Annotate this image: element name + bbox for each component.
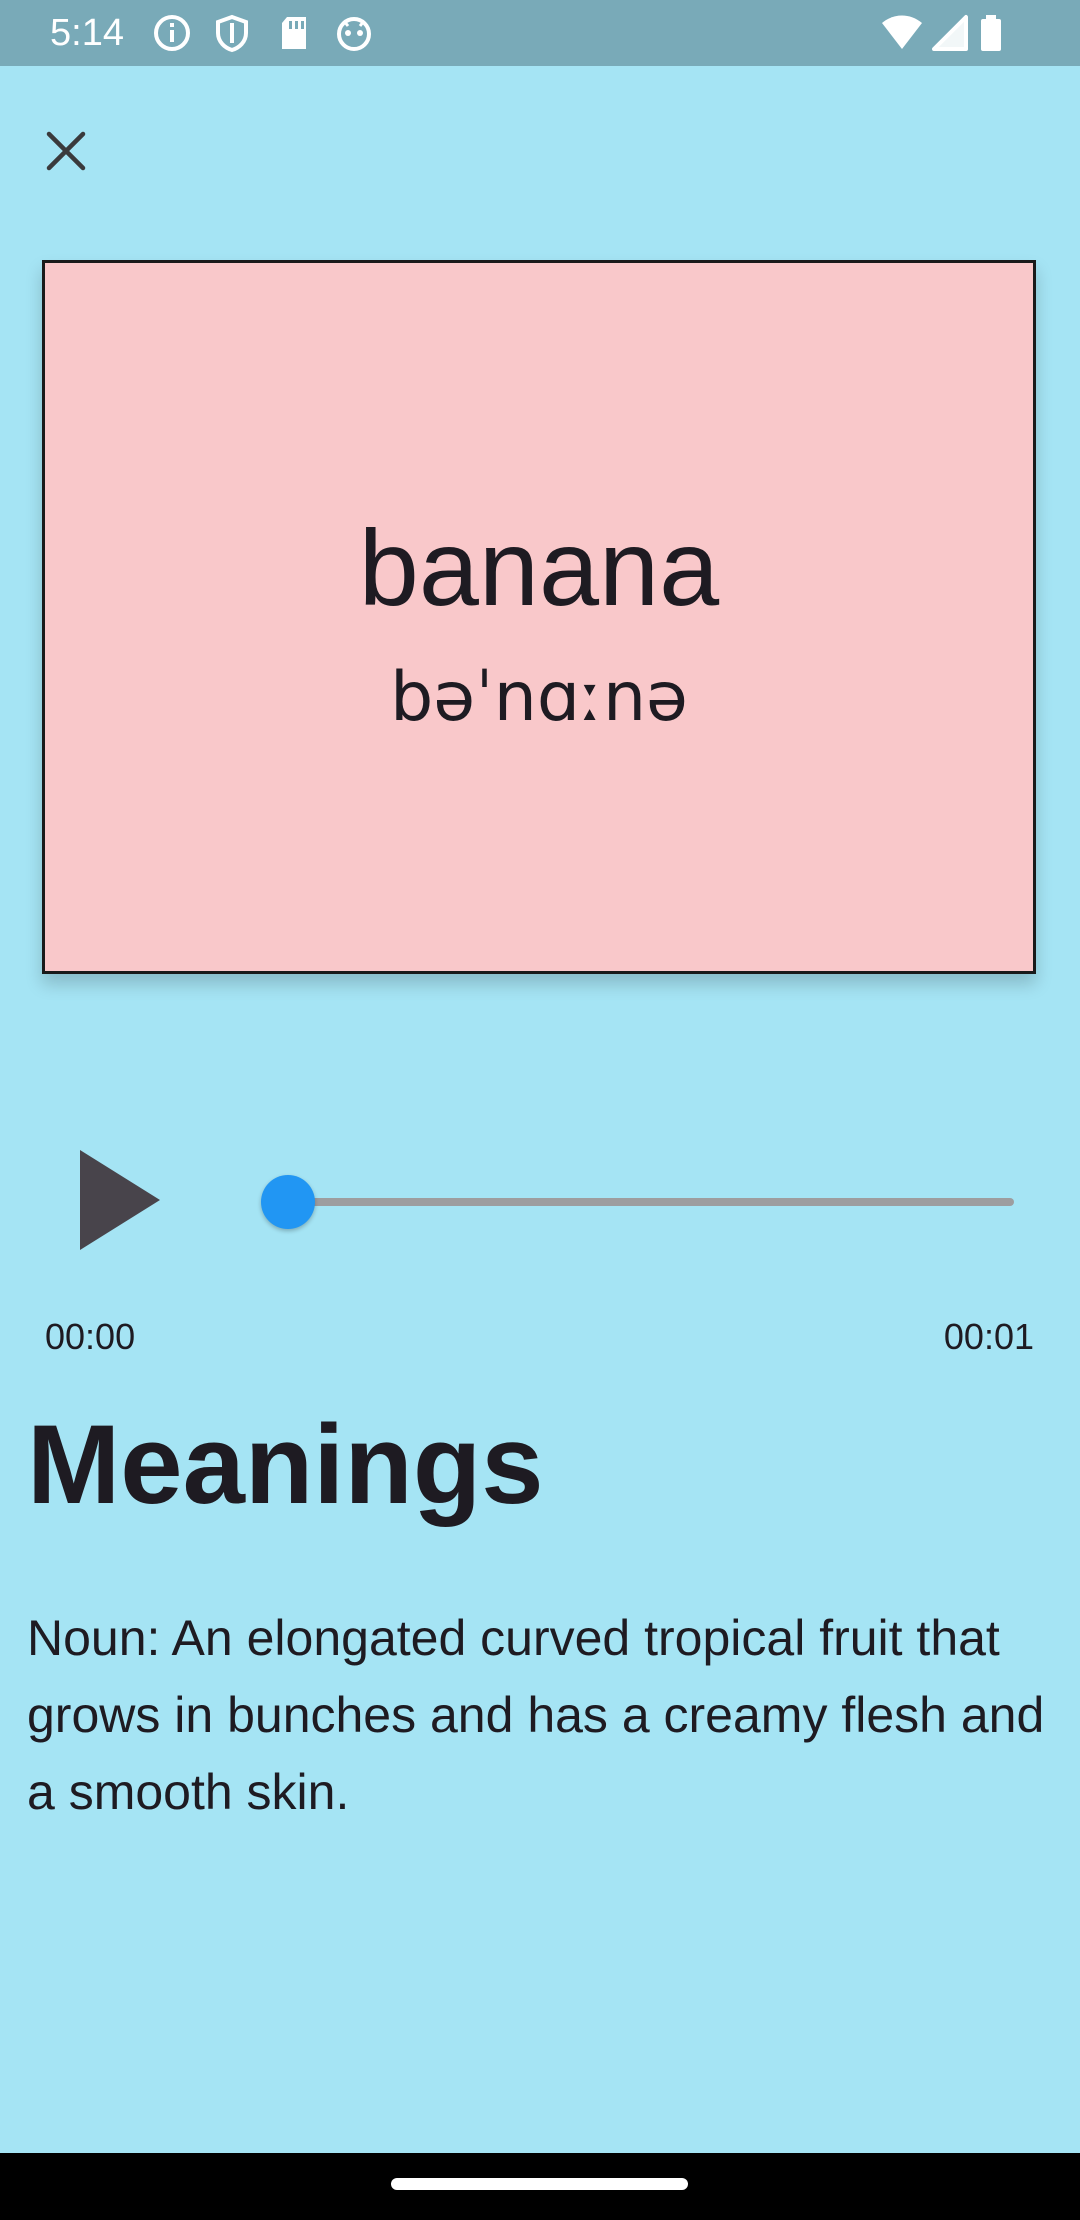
battery-icon (978, 13, 1004, 53)
sd-card-icon (274, 13, 314, 53)
wifi-icon (880, 13, 924, 53)
seek-track (286, 1198, 1014, 1206)
seek-thumb[interactable] (261, 1175, 315, 1229)
play-button[interactable] (68, 1140, 178, 1260)
signal-icon (930, 13, 970, 53)
shield-icon (212, 13, 252, 53)
android-debug-icon (334, 13, 374, 53)
status-time: 5:14 (50, 12, 124, 54)
phonetic-text: bəˈnɑːnə (390, 658, 688, 737)
current-time: 00:00 (45, 1316, 136, 1357)
audio-seek-slider[interactable] (256, 1170, 1016, 1234)
info-icon (152, 13, 192, 53)
meanings-heading: Meanings (27, 1402, 544, 1527)
word-title: banana (358, 507, 720, 628)
play-icon (80, 1150, 160, 1250)
navigation-bar (0, 2153, 1080, 2220)
home-indicator[interactable] (391, 2178, 688, 2190)
status-bar: 5:14 (0, 0, 1080, 66)
total-time: 00:01 (943, 1316, 1034, 1357)
word-card[interactable]: banana bəˈnɑːnə (42, 260, 1036, 974)
close-icon (46, 131, 86, 171)
close-button[interactable] (35, 120, 97, 182)
definition-text: Noun: An elongated curved tropical fruit… (27, 1610, 1045, 1820)
